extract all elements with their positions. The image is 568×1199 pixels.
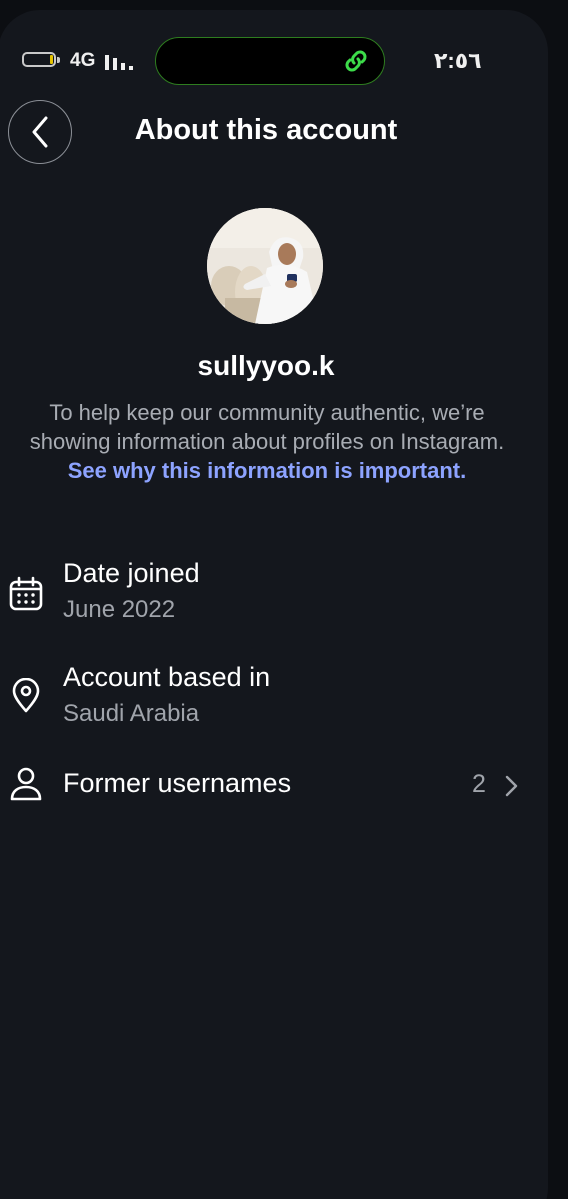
calendar-icon bbox=[9, 576, 43, 611]
former-usernames-label: Former usernames bbox=[63, 768, 292, 798]
former-usernames-count: 2 bbox=[472, 770, 486, 798]
chevron-right-icon bbox=[505, 775, 518, 797]
dynamic-island[interactable] bbox=[155, 37, 385, 85]
signal-bars-icon bbox=[105, 55, 133, 70]
avatar bbox=[207, 208, 323, 324]
account-based-in-label: Account based in bbox=[63, 662, 271, 692]
description: To help keep our community authentic, we… bbox=[26, 398, 508, 485]
battery-icon bbox=[22, 52, 60, 67]
why-info-important-link[interactable]: See why this information is important. bbox=[68, 458, 467, 483]
phone-screen: 4G ٢:٥٦ About this account sullyyoo.k To… bbox=[0, 10, 548, 1199]
account-based-in-value: Saudi Arabia bbox=[63, 700, 200, 727]
description-text: To help keep our community authentic, we… bbox=[29, 400, 505, 454]
date-joined-value: June 2022 bbox=[63, 596, 176, 623]
screen: 4G ٢:٥٦ About this account sullyyoo.k To… bbox=[0, 0, 568, 1199]
location-pin-icon bbox=[12, 678, 40, 713]
link-icon bbox=[345, 50, 367, 72]
person-icon bbox=[10, 767, 42, 801]
username: sullyyoo.k bbox=[197, 350, 335, 381]
date-joined-label: Date joined bbox=[63, 558, 200, 588]
status-time: ٢:٥٦ bbox=[434, 48, 482, 73]
page-title: About this account bbox=[134, 114, 398, 146]
network-type: 4G bbox=[70, 50, 96, 71]
profile-photo bbox=[207, 208, 323, 324]
